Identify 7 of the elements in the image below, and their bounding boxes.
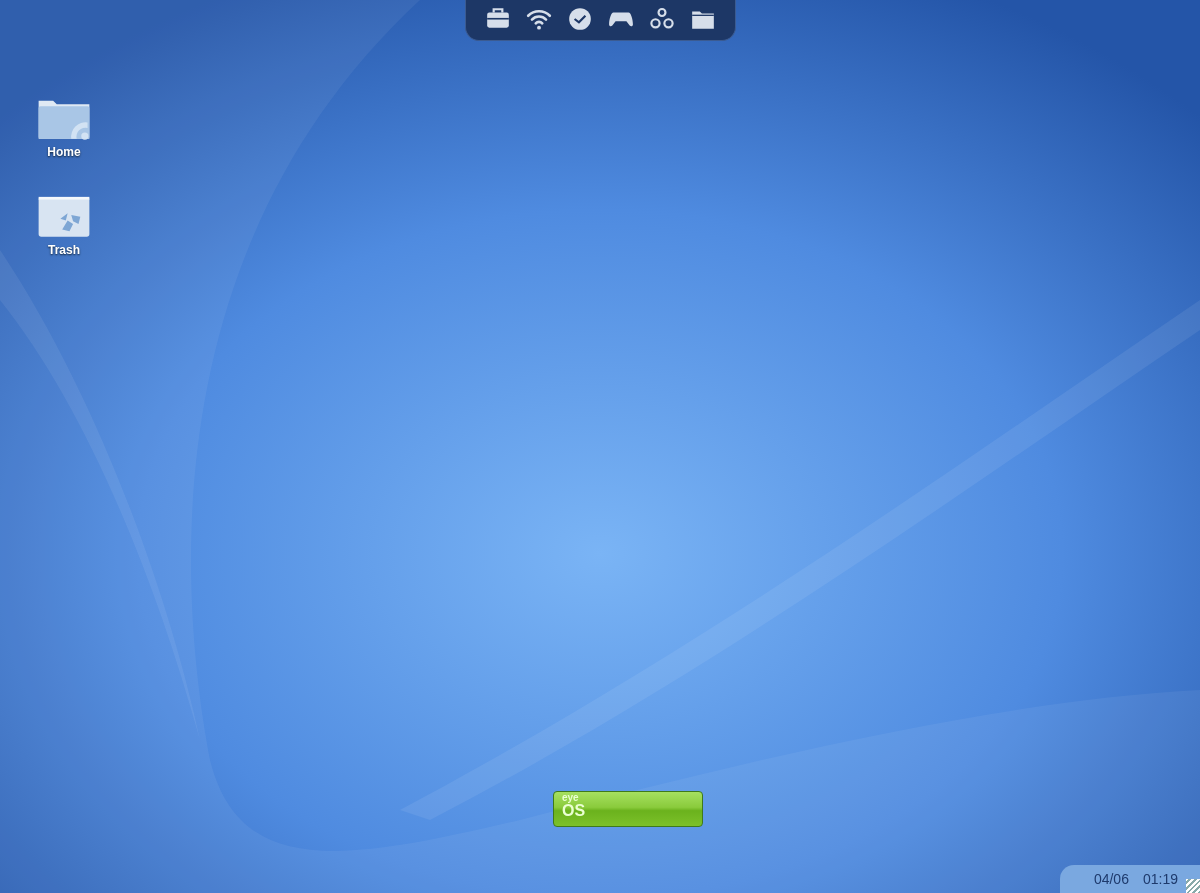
clock-date: 04/06 <box>1093 871 1129 887</box>
icon-label: Trash <box>48 243 80 257</box>
icon-label: Home <box>47 145 81 159</box>
desktop-icon[interactable]: Trash <box>22 191 106 257</box>
clock-time: 01:19 <box>1142 871 1178 887</box>
desktop-icon[interactable]: Home <box>22 93 106 159</box>
resize-grip-icon[interactable] <box>1186 879 1200 893</box>
